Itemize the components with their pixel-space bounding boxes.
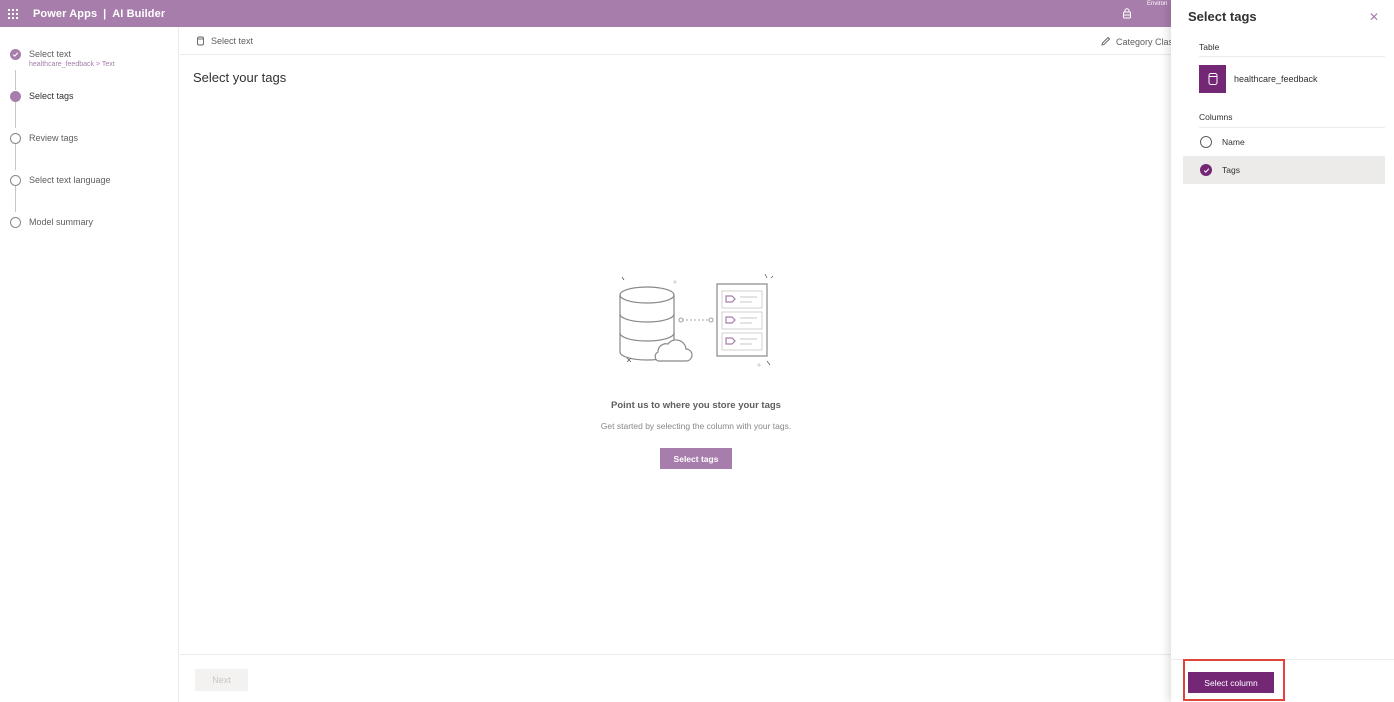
step-label: Model summary bbox=[29, 217, 94, 227]
tags-document-icon bbox=[716, 283, 768, 357]
table-icon bbox=[197, 36, 204, 46]
breadcrumb-label: Select text bbox=[211, 36, 254, 46]
empty-state-title: Point us to where you store your tags bbox=[611, 400, 781, 411]
step-connector bbox=[15, 186, 16, 212]
waffle-icon[interactable] bbox=[1, 0, 25, 27]
table-name: healthcare_feedback bbox=[1234, 74, 1318, 84]
step-label: Select tags bbox=[29, 91, 74, 101]
column-option-name[interactable]: Name bbox=[1183, 128, 1385, 156]
product-name: AI Builder bbox=[112, 7, 166, 20]
step-connector bbox=[15, 102, 16, 128]
close-icon[interactable]: ✕ bbox=[1367, 10, 1381, 24]
radio-checked-icon[interactable] bbox=[1200, 164, 1212, 176]
step-label: Select text language bbox=[29, 175, 111, 185]
step-sublabel: healthcare_feedback > Text bbox=[29, 61, 115, 68]
pending-step-icon bbox=[10, 175, 21, 186]
column-label: Tags bbox=[1222, 165, 1240, 175]
panel-footer: Select column bbox=[1171, 659, 1394, 702]
pending-step-icon bbox=[10, 133, 21, 144]
step-connector bbox=[15, 70, 16, 90]
page-title: Select your tags bbox=[193, 70, 287, 85]
step-review-tags[interactable]: Review tags bbox=[10, 132, 78, 144]
model-name-label: Category Clas bbox=[1116, 36, 1174, 47]
environment-label[interactable]: Environ bbox=[1147, 1, 1167, 7]
environment-icon[interactable] bbox=[1121, 0, 1133, 27]
next-button[interactable]: Next bbox=[195, 669, 248, 691]
columns-label: Columns bbox=[1199, 112, 1233, 122]
check-icon bbox=[10, 49, 21, 60]
edit-icon bbox=[1101, 36, 1111, 46]
wizard-stepper bbox=[0, 27, 179, 702]
step-select-text-language[interactable]: Select text language bbox=[10, 174, 111, 186]
title-separator: | bbox=[103, 7, 107, 20]
breadcrumb[interactable]: Select text bbox=[196, 36, 253, 46]
empty-state-subtitle: Get started by selecting the column with… bbox=[600, 421, 792, 431]
model-name[interactable]: Category Clas bbox=[1100, 36, 1173, 47]
step-connector bbox=[15, 144, 16, 170]
select-tags-panel: Select tags ✕ Table healthcare_feedback … bbox=[1171, 0, 1394, 702]
main-footer: Next bbox=[180, 654, 1180, 702]
app-name[interactable]: Power Apps bbox=[33, 8, 97, 20]
panel-title: Select tags bbox=[1188, 9, 1257, 24]
radio-unchecked-icon[interactable] bbox=[1200, 136, 1212, 148]
main-header: Select text Category Clas bbox=[180, 28, 1180, 55]
step-select-tags[interactable]: Select tags bbox=[10, 90, 74, 102]
pending-step-icon bbox=[10, 217, 21, 228]
step-model-summary[interactable]: Model summary bbox=[10, 216, 93, 228]
table-item[interactable]: healthcare_feedback bbox=[1199, 65, 1318, 93]
select-column-button[interactable]: Select column bbox=[1188, 672, 1274, 693]
table-icon bbox=[1199, 65, 1226, 93]
select-tags-button[interactable]: Select tags bbox=[660, 448, 732, 469]
table-label: Table bbox=[1199, 42, 1220, 52]
divider bbox=[1199, 56, 1385, 57]
step-label: Select text bbox=[29, 49, 72, 59]
step-label: Review tags bbox=[29, 133, 79, 143]
step-select-text[interactable]: Select text healthcare_feedback > Text bbox=[10, 48, 115, 69]
column-option-tags[interactable]: Tags bbox=[1183, 156, 1385, 184]
tags-illustration bbox=[619, 273, 774, 367]
current-step-icon bbox=[10, 91, 21, 102]
column-label: Name bbox=[1222, 137, 1245, 147]
